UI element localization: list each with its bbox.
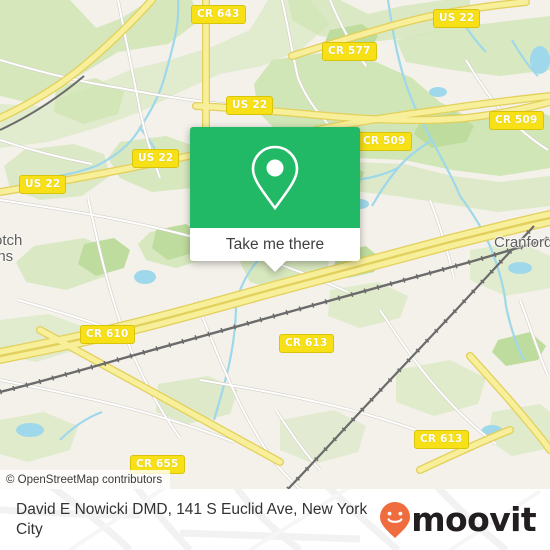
road-shield-cr-610[interactable]: CR 610: [80, 325, 135, 344]
road-shield-us-22-a[interactable]: US 22: [433, 9, 481, 28]
moovit-smiley-pin-icon: [380, 501, 411, 538]
osm-attribution-text: © OpenStreetMap contributors: [6, 473, 163, 486]
road-shield-cr-577[interactable]: CR 577: [322, 42, 377, 61]
moovit-wordmark: moovit: [411, 500, 536, 539]
location-callout-card[interactable]: Take me there: [190, 127, 360, 272]
road-shield-us-22-d[interactable]: US 22: [19, 175, 67, 194]
map-pin-icon: [251, 145, 299, 210]
callout-pointer: [264, 261, 286, 272]
road-shield-cr-613-b[interactable]: CR 613: [414, 430, 469, 449]
take-me-there-button[interactable]: Take me there: [190, 228, 360, 261]
road-shield-us-22-c[interactable]: US 22: [132, 149, 180, 168]
road-shield-cr-509-a[interactable]: CR 509: [489, 111, 544, 130]
road-shield-us-22-b[interactable]: US 22: [226, 96, 274, 115]
place-label-plains: ins: [0, 248, 14, 265]
road-shield-cr-643[interactable]: CR 643: [191, 5, 246, 24]
road-shield-cr-613-a[interactable]: CR 613: [279, 334, 334, 353]
moovit-map-screenshot: otch ins Cranford CR 643 US 22 CR 577 US…: [0, 0, 550, 550]
road-shield-cr-509-b[interactable]: CR 509: [357, 132, 412, 151]
map-canvas[interactable]: otch ins Cranford CR 643 US 22 CR 577 US…: [0, 0, 550, 489]
footer-content: David E Nowicki DMD, 141 S Euclid Ave, N…: [0, 489, 550, 550]
moovit-logo[interactable]: moovit: [379, 500, 537, 539]
footer-bar: David E Nowicki DMD, 141 S Euclid Ave, N…: [0, 489, 550, 550]
osm-attribution[interactable]: © OpenStreetMap contributors: [0, 470, 171, 489]
location-address-label: David E Nowicki DMD, 141 S Euclid Ave, N…: [16, 500, 368, 538]
callout-body: [190, 127, 360, 228]
place-label-cranford: Cranford: [494, 234, 550, 251]
